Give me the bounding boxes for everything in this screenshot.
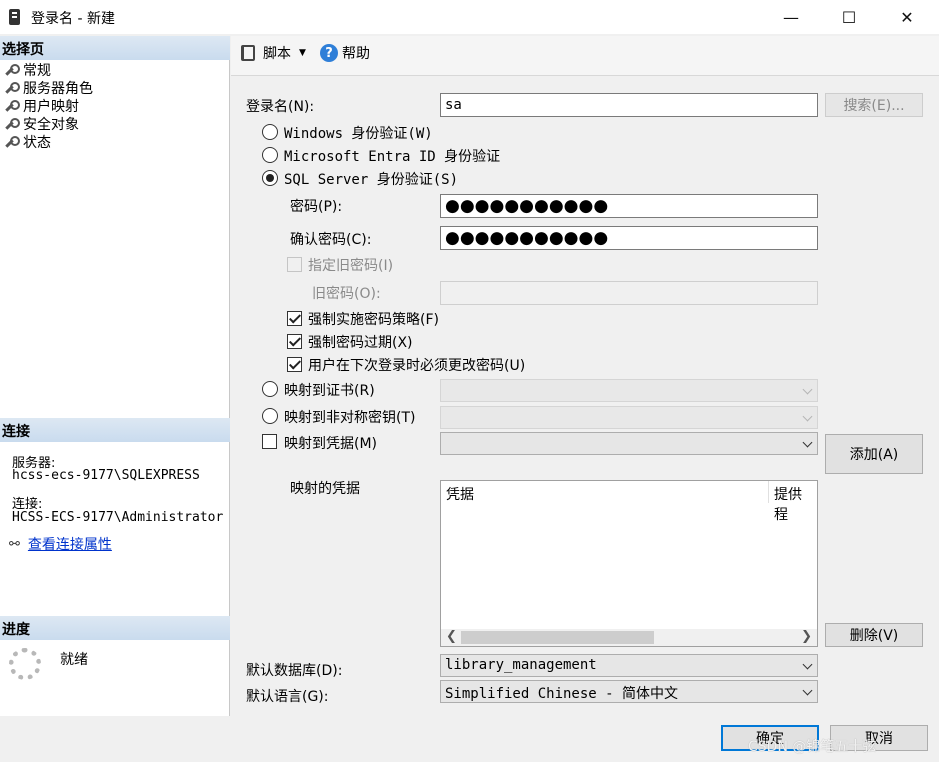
connection-value: HCSS-ECS-9177\Administrator: [12, 510, 224, 525]
auth-entra-label: Microsoft Entra ID 身份验证: [284, 149, 501, 165]
toolbar: 脚本 ▼ ? 帮助: [231, 36, 939, 76]
watermark: CSDN @锦笔五十弦: [748, 739, 877, 755]
app-icon: [9, 9, 20, 25]
connection-plug-icon: ⚯: [9, 536, 20, 552]
chevron-down-icon: [802, 437, 813, 448]
chevron-down-icon: [802, 411, 813, 422]
scrollbar-thumb[interactable]: [461, 631, 654, 644]
help-button[interactable]: ? 帮助: [320, 41, 370, 65]
page-label: 用户映射: [23, 99, 79, 115]
password-input[interactable]: ●●●●●●●●●●●: [440, 194, 818, 218]
auth-windows-label: Windows 身份验证(W): [284, 126, 433, 142]
chevron-down-icon: [802, 659, 813, 670]
enforce-policy-checkbox[interactable]: [287, 311, 302, 326]
password-label: 密码(P):: [290, 199, 343, 215]
script-button[interactable]: 脚本 ▼: [241, 41, 306, 65]
login-name-input[interactable]: sa: [440, 93, 818, 117]
old-password-label: 旧密码(O):: [312, 286, 381, 302]
progress-status: 就绪: [60, 652, 88, 668]
maximize-button[interactable]: ☐: [826, 0, 872, 34]
help-label: 帮助: [342, 46, 370, 62]
page-item-securables[interactable]: 安全对象: [4, 115, 79, 133]
auth-sql-radio[interactable]: [262, 170, 278, 186]
page-item-general[interactable]: 常规: [4, 61, 51, 79]
auth-entra-radio[interactable]: [262, 147, 278, 163]
help-icon: ?: [320, 44, 338, 62]
script-icon: [241, 45, 255, 61]
enforce-expiration-checkbox[interactable]: [287, 334, 302, 349]
minimize-button[interactable]: —: [768, 0, 814, 34]
server-value: hcss-ecs-9177\SQLEXPRESS: [12, 468, 200, 483]
must-change-label: 用户在下次登录时必须更改密码(U): [308, 358, 526, 374]
default-database-select[interactable]: library_management: [440, 654, 818, 677]
scroll-left-icon[interactable]: ❮: [446, 629, 457, 644]
auth-windows-radio[interactable]: [262, 124, 278, 140]
close-button[interactable]: ✕: [884, 0, 930, 34]
page-item-status[interactable]: 状态: [4, 133, 51, 151]
map-certificate-radio[interactable]: [262, 381, 278, 397]
enforce-policy-label: 强制实施密码策略(F): [308, 312, 439, 328]
certificate-select[interactable]: [440, 379, 818, 402]
specify-old-password-label: 指定旧密码(I): [308, 258, 394, 274]
view-properties-link[interactable]: 查看连接属性: [28, 534, 112, 554]
remove-credential-button[interactable]: 删除(V): [825, 623, 923, 647]
window-title: 登录名 - 新建: [31, 11, 115, 27]
confirm-password-input[interactable]: ●●●●●●●●●●●: [440, 226, 818, 250]
page-item-user-mapping[interactable]: 用户映射: [4, 97, 79, 115]
default-language-select[interactable]: Simplified Chinese - 简体中文: [440, 680, 818, 703]
credential-select[interactable]: [440, 432, 818, 455]
add-credential-button[interactable]: 添加(A): [825, 434, 923, 474]
dropdown-arrow-icon[interactable]: ▼: [299, 48, 306, 58]
scroll-right-icon[interactable]: ❯: [801, 629, 812, 644]
select-page-header: 选择页: [0, 36, 230, 60]
wrench-icon: [4, 100, 20, 112]
wrench-icon: [4, 64, 20, 76]
page-label: 服务器角色: [23, 81, 93, 97]
default-database-value: library_management: [445, 657, 597, 673]
specify-old-password-checkbox[interactable]: [287, 257, 302, 272]
map-certificate-label: 映射到证书(R): [284, 383, 375, 399]
map-credential-checkbox[interactable]: [262, 434, 277, 449]
enforce-expiration-label: 强制密码过期(X): [308, 335, 413, 351]
title-bar: 登录名 - 新建 — ☐ ✕: [0, 0, 939, 34]
page-label: 状态: [23, 135, 51, 151]
map-asym-key-label: 映射到非对称密钥(T): [284, 410, 416, 426]
search-button[interactable]: 搜索(E)...: [825, 93, 923, 117]
page-item-server-roles[interactable]: 服务器角色: [4, 79, 93, 97]
left-panel: 选择页 常规 服务器角色 用户映射 安全对象 状态 连接 服务器: hcss-e…: [0, 36, 230, 716]
map-asym-key-radio[interactable]: [262, 408, 278, 424]
asym-key-select[interactable]: [440, 406, 818, 429]
progress-spinner-icon: [9, 648, 41, 680]
script-label: 脚本: [263, 46, 291, 62]
confirm-password-label: 确认密码(C):: [290, 232, 372, 248]
progress-header: 进度: [0, 616, 230, 640]
default-database-label: 默认数据库(D):: [246, 663, 343, 679]
map-credential-label: 映射到凭据(M): [284, 436, 378, 452]
page-label: 常规: [23, 63, 51, 79]
login-name-label: 登录名(N):: [246, 99, 315, 115]
chevron-down-icon: [802, 685, 813, 696]
default-language-value: Simplified Chinese - 简体中文: [445, 686, 679, 702]
mapped-credentials-label: 映射的凭据: [290, 481, 360, 497]
page-label: 安全对象: [23, 117, 79, 133]
old-password-input[interactable]: [440, 281, 818, 305]
grid-header-credential[interactable]: 凭据: [441, 481, 479, 503]
grid-header-provider[interactable]: 提供程: [768, 481, 817, 523]
auth-sql-label: SQL Server 身份验证(S): [284, 172, 459, 188]
wrench-icon: [4, 136, 20, 148]
chevron-down-icon: [802, 384, 813, 395]
connection-header: 连接: [0, 418, 230, 442]
default-language-label: 默认语言(G):: [246, 689, 329, 705]
mapped-credentials-grid[interactable]: 凭据 提供程 ❮ ❯: [440, 480, 818, 647]
view-connection-properties[interactable]: ⚯ 查看连接属性: [9, 534, 112, 554]
horizontal-scrollbar[interactable]: ❮ ❯: [441, 629, 817, 646]
wrench-icon: [4, 82, 20, 94]
wrench-icon: [4, 118, 20, 130]
must-change-checkbox[interactable]: [287, 357, 302, 372]
